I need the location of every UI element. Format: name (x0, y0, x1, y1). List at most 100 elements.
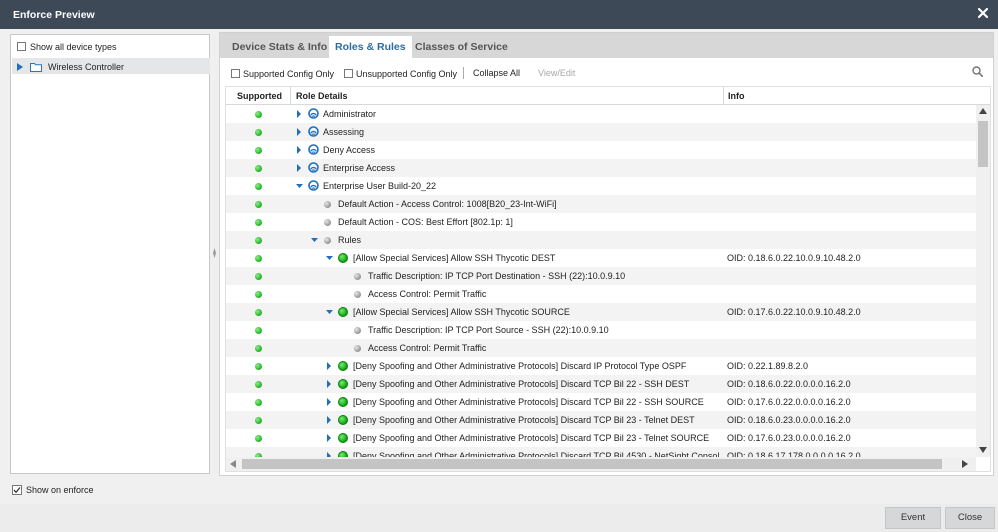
tab-classes-of-service[interactable]: Classes of Service (409, 36, 514, 58)
role-icon (308, 126, 319, 137)
tab-device-stats[interactable]: Device Stats & Info (226, 36, 333, 58)
rule-status-icon (338, 253, 348, 263)
title-bar: Enforce Preview (0, 0, 998, 29)
vertical-scrollbar[interactable] (976, 105, 990, 457)
role-detail-text: Rules (338, 235, 362, 245)
collapse-arrow-icon[interactable] (326, 303, 334, 321)
info-text: OID: 0.17.6.0.23.0.0.0.0.16.2.0 (727, 433, 851, 443)
show-on-enforce-checkbox[interactable] (12, 484, 22, 495)
scroll-down-icon[interactable] (979, 447, 987, 453)
table-row[interactable]: Traffic Description: IP TCP Port Source … (226, 321, 976, 339)
supported-status-icon (255, 345, 262, 352)
expand-arrow-icon[interactable] (296, 159, 304, 177)
supported-config-label: Supported Config Only (243, 68, 335, 79)
role-icon (308, 144, 319, 155)
expand-arrow-icon[interactable] (326, 447, 334, 457)
expand-arrow-icon[interactable] (17, 62, 23, 71)
role-detail-text: Enterprise Access (323, 163, 396, 173)
toolbar: Supported Config Only Unsupported Config… (220, 62, 993, 84)
scroll-up-icon[interactable] (979, 108, 987, 114)
role-detail-text: [Deny Spoofing and Other Administrative … (353, 415, 695, 425)
supported-status-icon (255, 237, 262, 244)
supported-status-icon (255, 183, 262, 190)
supported-config-only[interactable]: Supported Config Only (231, 67, 334, 79)
horizontal-scrollbar[interactable] (226, 457, 976, 471)
column-role-details[interactable]: Role Details (296, 91, 348, 101)
column-info[interactable]: Info (728, 91, 745, 101)
expand-arrow-icon[interactable] (296, 105, 304, 123)
event-log-button[interactable]: Event Log (885, 507, 941, 529)
table-row[interactable]: Deny Access (226, 141, 976, 159)
tab-roles-rules[interactable]: Roles & Rules (329, 36, 412, 58)
supported-status-icon (255, 111, 262, 118)
table-row[interactable]: [Deny Spoofing and Other Administrative … (226, 429, 976, 447)
unsupported-config-label: Unsupported Config Only (356, 68, 458, 79)
table-row[interactable]: [Deny Spoofing and Other Administrative … (226, 393, 976, 411)
role-detail-text: Default Action - Access Control: 1008[B2… (338, 199, 557, 209)
rule-status-icon (338, 415, 348, 425)
unsupported-config-checkbox[interactable] (344, 69, 353, 79)
table-row[interactable]: Access Control: Permit Traffic (226, 285, 976, 303)
collapse-arrow-icon[interactable] (296, 177, 304, 195)
rule-status-icon (338, 379, 348, 389)
table-row[interactable]: [Deny Spoofing and Other Administrative … (226, 375, 976, 393)
supported-status-icon (255, 399, 262, 406)
close-icon[interactable] (976, 6, 990, 20)
expand-arrow-icon[interactable] (326, 411, 334, 429)
table-row[interactable]: Enterprise User Build-20_22 (226, 177, 976, 195)
table-row[interactable]: Enterprise Access (226, 159, 976, 177)
vertical-scroll-thumb[interactable] (978, 121, 988, 167)
supported-status-icon (255, 201, 262, 208)
table-row[interactable]: Default Action - Access Control: 1008[B2… (226, 195, 976, 213)
role-detail-text: Assessing (323, 127, 365, 137)
supported-status-icon (255, 165, 262, 172)
dialog-footer: Event Log Close (0, 504, 998, 532)
table-row[interactable]: [Deny Spoofing and Other Administrative … (226, 357, 976, 375)
table-row[interactable]: Administrator (226, 105, 976, 123)
expand-arrow-icon[interactable] (326, 375, 334, 393)
role-detail-text: [Allow Special Services] Allow SSH Thyco… (353, 307, 570, 317)
gray-dot-icon (354, 345, 361, 352)
view-edit-button[interactable]: View/Edit (538, 67, 575, 79)
unsupported-config-only[interactable]: Unsupported Config Only (344, 67, 457, 79)
rule-status-icon (338, 361, 348, 371)
close-button[interactable]: Close (945, 507, 995, 529)
show-all-device-types[interactable]: Show all device types (17, 39, 117, 53)
show-on-enforce[interactable]: Show on enforce (12, 483, 94, 495)
show-all-checkbox[interactable] (17, 42, 26, 52)
supported-config-checkbox[interactable] (231, 69, 240, 79)
search-icon[interactable] (972, 66, 983, 77)
expand-arrow-icon[interactable] (296, 141, 304, 159)
role-icon (308, 162, 319, 173)
scroll-left-icon[interactable] (230, 460, 236, 468)
table-row[interactable]: Assessing (226, 123, 976, 141)
expand-arrow-icon[interactable] (326, 429, 334, 447)
table-row[interactable]: [Deny Spoofing and Other Administrative … (226, 411, 976, 429)
collapse-arrow-icon[interactable] (326, 249, 334, 267)
table-row[interactable]: [Allow Special Services] Allow SSH Thyco… (226, 249, 976, 267)
role-detail-text: [Deny Spoofing and Other Administrative … (353, 451, 727, 457)
table-row[interactable]: [Deny Spoofing and Other Administrative … (226, 447, 976, 457)
table-row[interactable]: [Allow Special Services] Allow SSH Thyco… (226, 303, 976, 321)
panel-splitter-handle[interactable] (213, 238, 216, 268)
rule-status-icon (338, 433, 348, 443)
toolbar-separator (463, 67, 464, 79)
table-row[interactable]: Traffic Description: IP TCP Port Destina… (226, 267, 976, 285)
collapse-arrow-icon[interactable] (311, 231, 319, 249)
collapse-all-button[interactable]: Collapse All (473, 67, 520, 79)
expand-arrow-icon[interactable] (326, 357, 334, 375)
tree-item-wireless-controller[interactable]: Wireless Controller (17, 59, 124, 73)
expand-arrow-icon[interactable] (326, 393, 334, 411)
scroll-right-icon[interactable] (962, 460, 968, 468)
info-text: OID: 0.17.6.0.22.0.0.0.0.16.2.0 (727, 397, 851, 407)
horizontal-scroll-thumb[interactable] (242, 459, 942, 469)
table-row[interactable]: Rules (226, 231, 976, 249)
supported-status-icon (255, 291, 262, 298)
info-text: OID: 0.17.6.0.22.10.0.9.10.48.2.0 (727, 307, 861, 317)
supported-status-icon (255, 327, 262, 334)
column-divider (290, 87, 291, 105)
column-supported[interactable]: Supported (237, 91, 282, 101)
table-row[interactable]: Access Control: Permit Traffic (226, 339, 976, 357)
expand-arrow-icon[interactable] (296, 123, 304, 141)
table-row[interactable]: Default Action - COS: Best Effort [802.1… (226, 213, 976, 231)
